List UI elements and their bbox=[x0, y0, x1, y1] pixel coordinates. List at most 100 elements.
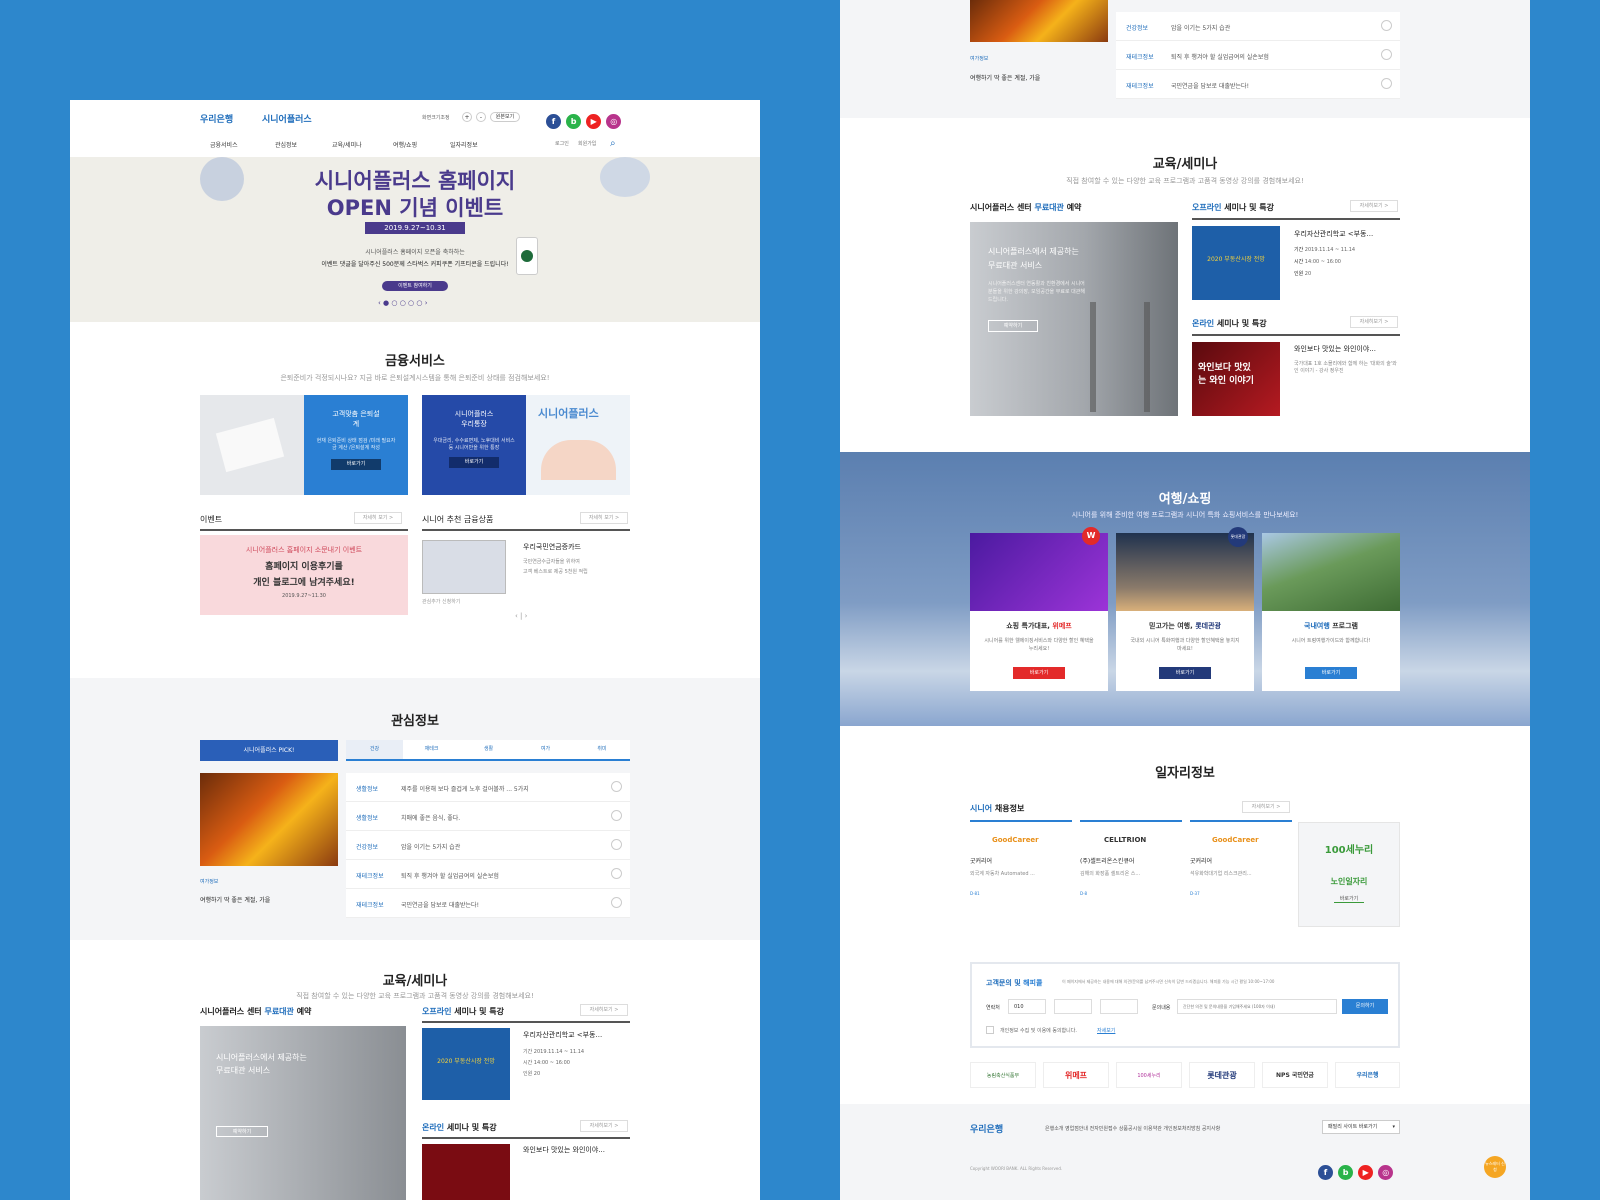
hero-banner[interactable]: 시니어플러스 홈페이지 OPEN 기념 이벤트 2019.9.27~10.31 … bbox=[70, 157, 760, 322]
woori-logo[interactable]: 우리은행 bbox=[200, 112, 233, 125]
online-seminar-image[interactable] bbox=[422, 1144, 510, 1200]
offline-title[interactable]: 우리자산관리학교 <부동... bbox=[1294, 229, 1373, 239]
retirement-plan-card[interactable]: 고객맞춤 은퇴설계 현재 은퇴준비 상태 점검 /미래 필요자금 계산 /은퇴설… bbox=[304, 395, 408, 495]
list-item[interactable]: 건강정보 암을 이기는 5가지 습관 bbox=[346, 831, 630, 860]
footer-link[interactable]: 은행소개 bbox=[1045, 1126, 1063, 1132]
footer-link[interactable]: 개인정보처리방침 bbox=[1163, 1126, 1200, 1132]
photo-caption[interactable]: 여행하기 딱 좋은 계절, 가을 bbox=[200, 895, 270, 904]
youtube-icon[interactable]: ▶ bbox=[586, 114, 602, 129]
footer-link[interactable]: 영업점안내 bbox=[1065, 1126, 1088, 1132]
youtube-icon[interactable]: ▶ bbox=[1358, 1165, 1374, 1180]
tab-life[interactable]: 생활 bbox=[460, 740, 517, 759]
online-more-button[interactable]: 자세히보기 > bbox=[1350, 316, 1398, 328]
banner-button[interactable]: 이벤트 참여하기 bbox=[382, 281, 448, 291]
online-seminar-image[interactable]: 와인보다 맛있는 와인 이야기 bbox=[1192, 342, 1280, 416]
facebook-icon[interactable]: f bbox=[1318, 1165, 1333, 1180]
reserve-button[interactable]: 예약하기 bbox=[216, 1126, 268, 1137]
online-title[interactable]: 와인보다 맛있는 와인이야... bbox=[523, 1145, 605, 1155]
phone-prefix-select[interactable]: 010 bbox=[1008, 999, 1046, 1014]
partner-100-senior-logo[interactable]: 100세누리 bbox=[1116, 1062, 1182, 1088]
instagram-icon[interactable]: ◎ bbox=[1378, 1165, 1394, 1180]
family-site-select[interactable]: 패밀리 사이트 바로가기 ▾ bbox=[1322, 1120, 1400, 1134]
list-item[interactable]: 재테크정보 퇴직 후 챙겨야 할 실업급여의 실손보험 bbox=[346, 860, 630, 889]
font-reset-button[interactable]: 원본보기 bbox=[490, 112, 520, 122]
facebook-icon[interactable]: f bbox=[546, 114, 561, 129]
list-item[interactable]: 재테크정보 국민연금을 담보로 대출받는다! bbox=[346, 889, 630, 918]
offline-more-button[interactable]: 자세히보기 > bbox=[580, 1004, 628, 1016]
nav-education[interactable]: 교육/세미나 bbox=[332, 140, 362, 149]
offline-seminar-image[interactable]: 2020 부동산시장 전망 bbox=[422, 1028, 510, 1100]
font-plus-button[interactable]: + bbox=[462, 112, 472, 122]
footer-link[interactable]: 전자민원접수 bbox=[1090, 1126, 1118, 1132]
rec-more-button[interactable]: 자세히 보기 > bbox=[580, 512, 628, 524]
list-item[interactable]: 재테크정보 퇴직 후 챙겨야 할 실업급여의 실손보험 bbox=[1116, 41, 1400, 70]
senior-jobs-card[interactable]: 100세누리 노인일자리 바로가기 bbox=[1298, 822, 1400, 927]
offline-title[interactable]: 우리자산관리학교 <부동... bbox=[523, 1030, 602, 1040]
senior-plus-logo[interactable]: 시니어플러스 bbox=[262, 112, 312, 125]
band-icon[interactable]: b bbox=[566, 114, 582, 129]
reserve-button[interactable]: 예약하기 bbox=[988, 320, 1038, 332]
travel-card[interactable]: 국내여행 프로그램 시니어 트렁여행가이드와 함께합니다! 바로가기 bbox=[1262, 533, 1400, 691]
rec-title[interactable]: 우리국민연금증카드 bbox=[523, 542, 581, 552]
events-more-button[interactable]: 자세히 보기 > bbox=[354, 512, 402, 524]
nav-interest[interactable]: 관심정보 bbox=[275, 140, 297, 149]
job-item[interactable]: GoodCareer 굿커리어 석유화학대기업 리스크관리... D-37 bbox=[1190, 836, 1292, 916]
list-item[interactable]: 생활정보 치매에 좋은 음식, 좋다. bbox=[346, 802, 630, 831]
tab-health[interactable]: 건강 bbox=[346, 740, 403, 759]
center-rental-card[interactable]: 시니어플러스에서 제공하는 무료대관 서비스 시니어플러스센터 연동활과 친환경… bbox=[970, 222, 1178, 416]
agree-view-link[interactable]: 자세보기 bbox=[1097, 1027, 1115, 1034]
phone-last-input[interactable] bbox=[1100, 999, 1138, 1014]
offline-seminar-image[interactable]: 2020 부동산시장 전망 bbox=[1192, 226, 1280, 300]
tab-finance[interactable]: 재테크 bbox=[403, 740, 460, 759]
partner-mafra-logo[interactable]: 농림축산식품부 bbox=[970, 1062, 1036, 1088]
online-more-button[interactable]: 자세히보기 > bbox=[580, 1120, 628, 1132]
instagram-icon[interactable]: ◎ bbox=[606, 114, 622, 129]
jobs-more-button[interactable]: 자세히보기 > bbox=[1242, 801, 1290, 813]
phone-middle-input[interactable] bbox=[1054, 999, 1092, 1014]
nav-travel[interactable]: 여행/쇼핑 bbox=[393, 140, 417, 149]
card-button[interactable]: 바로가기 bbox=[449, 457, 499, 468]
event-banner[interactable]: 시니어플러스 홈페이지 소문내기 이벤트 홈페이지 이용후기를 개인 블로그에 … bbox=[200, 535, 408, 615]
login-link[interactable]: 로그인 bbox=[555, 140, 569, 147]
card-button[interactable]: 바로가기 bbox=[1013, 667, 1065, 679]
partner-lotte-tour-logo[interactable]: 롯데관광 bbox=[1189, 1062, 1255, 1088]
card-button[interactable]: 바로가기 bbox=[331, 459, 381, 470]
add-interest-button[interactable]: 관심추가 bbox=[422, 599, 440, 605]
job-item[interactable]: GoodCareer 굿커리어 외국계 자동차 Automated ... D-… bbox=[970, 836, 1072, 916]
offline-more-button[interactable]: 자세히보기 > bbox=[1350, 200, 1398, 212]
autumn-photo[interactable] bbox=[970, 0, 1108, 42]
partner-woori-logo[interactable]: 우리은행 bbox=[1335, 1062, 1400, 1088]
woori-account-card[interactable]: 시니어플러스 우리통장 우대금리, 수수료면제, 노후대비 서비스 등 시니어만… bbox=[422, 395, 526, 495]
footer-link[interactable]: 상품공시실 bbox=[1119, 1126, 1142, 1132]
online-title[interactable]: 와인보다 맛있는 와인이야... bbox=[1294, 344, 1376, 354]
list-item[interactable]: 생활정보 제주를 이용해 보다 즐겁게 노후 걸어볼까 ... 5가지 bbox=[346, 773, 630, 802]
card-button[interactable]: 바로가기 bbox=[1159, 667, 1211, 679]
band-icon[interactable]: b bbox=[1338, 1165, 1354, 1180]
travel-card[interactable]: 롯데관광 믿고가는 여행, 롯데관광 국내외 시니어 특화여행과 다양한 할인혜… bbox=[1116, 527, 1254, 691]
inquiry-content-input[interactable] bbox=[1177, 999, 1337, 1014]
submit-inquiry-button[interactable]: 문의하기 bbox=[1342, 999, 1388, 1014]
join-link[interactable]: 회원가입 bbox=[578, 140, 596, 147]
tab-hobby[interactable]: 취미 bbox=[574, 740, 630, 759]
agree-checkbox[interactable] bbox=[986, 1026, 994, 1034]
banner-pager[interactable]: ‹ ● ○ ○ ○ ○ › bbox=[378, 299, 428, 307]
partner-wemakeprice-logo[interactable]: 위메프 bbox=[1043, 1062, 1109, 1088]
apply-button[interactable]: 신청하기 bbox=[442, 599, 460, 605]
newsletter-floating-button[interactable]: 뉴스레터 신청 bbox=[1484, 1156, 1506, 1178]
footer-woori-logo[interactable]: 우리은행 bbox=[970, 1122, 1003, 1135]
job-item[interactable]: CELLTRION (주)셀트리온스킨큐어 김해의 화장품 셀트리온 스... … bbox=[1080, 836, 1182, 916]
font-minus-button[interactable]: - bbox=[476, 112, 486, 122]
travel-card[interactable]: W 쇼핑 특가대표, 위메프 시니어를 위한 웰에이징서비스와 다양한 할인 혜… bbox=[970, 527, 1108, 691]
nav-finance[interactable]: 금융서비스 bbox=[210, 140, 238, 149]
footer-link[interactable]: 공지사항 bbox=[1202, 1126, 1220, 1132]
photo-caption[interactable]: 여행하기 딱 좋은 계절, 가을 bbox=[970, 73, 1040, 82]
rec-pager[interactable]: ‹ | › bbox=[515, 612, 527, 620]
card-button[interactable]: 바로가기 bbox=[1305, 667, 1357, 679]
senior-jobs-button[interactable]: 바로가기 bbox=[1334, 895, 1364, 903]
search-icon[interactable]: ⌕ bbox=[610, 138, 616, 149]
list-item[interactable]: 건강정보 암을 이기는 5가지 습관 bbox=[1116, 12, 1400, 41]
autumn-photo[interactable] bbox=[200, 773, 338, 866]
pick-tab[interactable]: 시니어플러스 PICK! bbox=[200, 740, 338, 761]
center-rental-card[interactable]: 시니어플러스에서 제공하는 무료대관 서비스 예약하기 bbox=[200, 1026, 406, 1200]
nav-jobs[interactable]: 일자리정보 bbox=[450, 140, 478, 149]
